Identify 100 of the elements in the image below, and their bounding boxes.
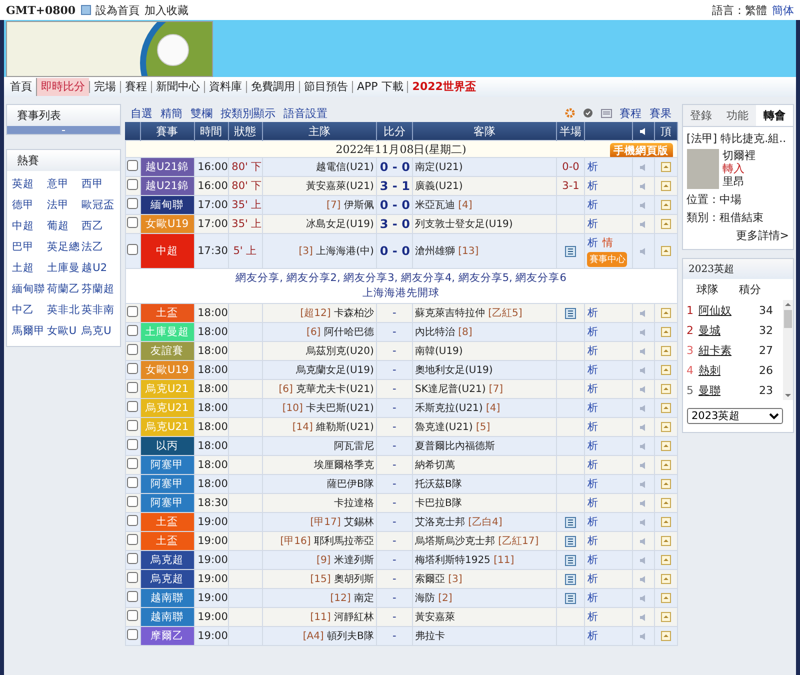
analysis-link[interactable]: 析 [587, 402, 598, 414]
analysis-link[interactable]: 析 [587, 630, 598, 642]
panel-tab[interactable]: 功能 [719, 105, 756, 126]
pin-to-top-icon[interactable] [660, 422, 671, 432]
league-link[interactable]: 西乙 [82, 219, 116, 233]
pin-to-top-icon[interactable] [660, 162, 671, 172]
row-checkbox[interactable] [127, 420, 138, 431]
toolbar-link[interactable]: 按類別顯示 [220, 106, 276, 120]
row-checkbox[interactable] [127, 610, 138, 621]
pin-to-top-icon[interactable] [660, 441, 671, 451]
analysis-link[interactable]: 析 [587, 440, 598, 452]
row-checkbox[interactable] [127, 160, 138, 171]
row-checkbox[interactable] [127, 553, 138, 564]
row-checkbox[interactable] [127, 179, 138, 190]
league-link[interactable]: 緬甸聯 [12, 282, 47, 296]
nav-link[interactable]: 節目預告 [299, 81, 352, 93]
pin-to-top-icon[interactable] [660, 308, 671, 318]
timezone-label[interactable]: GMT+0800 [6, 4, 76, 16]
pin-to-top-icon[interactable] [660, 574, 671, 584]
row-checkbox[interactable] [127, 325, 138, 336]
pin-to-top-icon[interactable] [660, 246, 671, 256]
scrollbar[interactable] [783, 300, 793, 400]
team-link[interactable]: 曼城 [698, 322, 759, 338]
row-checkbox[interactable] [127, 306, 138, 317]
league-link[interactable]: 土超 [12, 261, 47, 275]
lineup-icon[interactable] [565, 536, 576, 546]
team-link[interactable]: 紐卡素 [698, 342, 759, 358]
pin-to-top-icon[interactable] [660, 460, 671, 470]
nav-link[interactable]: 首頁 [6, 81, 36, 93]
pin-to-top-icon[interactable] [660, 517, 671, 527]
league-link[interactable]: 英足總 [46, 240, 82, 254]
league-link[interactable]: 英超 [12, 177, 47, 191]
team-link[interactable]: 曼聯 [698, 382, 759, 398]
nav-link[interactable]: 賽程 [120, 81, 151, 93]
row-checkbox[interactable] [127, 477, 138, 488]
nav-link[interactable]: 資料庫 [204, 81, 246, 93]
league-link[interactable]: 巴甲 [12, 240, 47, 254]
analysis-link[interactable]: 析 [587, 554, 598, 566]
league-link[interactable]: 土庫曼 [46, 261, 82, 275]
league-label[interactable]: 中超 [140, 234, 194, 268]
league-link[interactable]: 法甲 [46, 198, 82, 212]
lineup-icon[interactable] [565, 308, 576, 318]
header-link[interactable]: 設為首頁 [96, 2, 140, 18]
row-checkbox[interactable] [127, 344, 138, 355]
league-label[interactable]: 阿塞甲 [140, 456, 194, 474]
analysis-link[interactable]: 析 [587, 497, 598, 509]
league-link[interactable]: 馬爾甲 [12, 324, 47, 338]
row-checkbox[interactable] [127, 439, 138, 450]
analysis-link[interactable]: 析 [587, 478, 598, 490]
row-checkbox[interactable] [127, 458, 138, 469]
toolbar-link[interactable]: 賽程 [620, 106, 642, 120]
analysis-link[interactable]: 析 [587, 592, 598, 604]
league-link[interactable]: 烏克U [82, 324, 116, 338]
league-link[interactable]: 越U2 [82, 261, 116, 275]
analysis-link[interactable]: 析 [587, 611, 598, 623]
analysis-link[interactable]: 析 [587, 161, 598, 173]
toolbar-link[interactable]: 自選 [130, 106, 152, 120]
league-link[interactable]: 西甲 [82, 177, 116, 191]
league-link[interactable]: 中超 [12, 219, 47, 233]
more-link[interactable]: 更多詳情> [686, 228, 789, 243]
info-link[interactable]: 情 [602, 236, 614, 248]
analysis-link[interactable]: 析 [587, 218, 598, 230]
pin-to-top-icon[interactable] [660, 498, 671, 508]
pin-to-top-icon[interactable] [660, 479, 671, 489]
header-link[interactable]: 加入收藏 [144, 2, 189, 18]
pin-to-top-icon[interactable] [660, 631, 671, 641]
row-checkbox[interactable] [127, 198, 138, 209]
pin-to-top-icon[interactable] [660, 200, 671, 210]
league-link[interactable]: 葡超 [46, 219, 82, 233]
analysis-link[interactable]: 析 [587, 364, 598, 376]
lineup-icon[interactable] [565, 516, 576, 528]
league-label[interactable]: 烏克超 [140, 570, 194, 588]
analysis-link[interactable]: 析 [587, 459, 598, 471]
league-link[interactable]: 歐冠盃 [82, 198, 116, 212]
league-select[interactable]: 2023英超 [686, 408, 782, 424]
league-link[interactable]: 荷蘭乙 [46, 282, 82, 296]
analysis-link[interactable]: 析 [587, 421, 598, 433]
analysis-link[interactable]: 析 [587, 345, 598, 357]
check-circle-icon[interactable] [582, 108, 592, 118]
league-label[interactable]: 摩爾乙 [140, 626, 194, 646]
league-link[interactable]: 英非南 [82, 303, 116, 317]
analysis-link[interactable]: 析 [587, 516, 598, 528]
row-checkbox[interactable] [127, 217, 138, 228]
share-links[interactable]: 網友分享, 網友分享2, 網友分享3, 網友分享4, 網友分享5, 網友分享6 [128, 271, 674, 286]
league-label[interactable]: 緬甸聯 [140, 196, 194, 214]
analysis-link[interactable]: 析 [587, 180, 598, 192]
pin-to-top-icon[interactable] [660, 555, 671, 565]
pin-to-top-icon[interactable] [660, 346, 671, 356]
toolbar-link[interactable]: 精簡 [160, 106, 182, 120]
square-icon[interactable] [80, 5, 91, 15]
league-link[interactable]: 法乙 [82, 240, 116, 254]
lineup-icon[interactable] [565, 574, 576, 584]
league-label[interactable]: 以丙 [140, 436, 194, 456]
league-link[interactable]: 芬蘭超 [82, 282, 116, 296]
lineup-icon[interactable] [565, 592, 576, 604]
row-checkbox[interactable] [127, 382, 138, 393]
window-icon[interactable] [600, 108, 612, 118]
pin-to-top-icon[interactable] [660, 327, 671, 337]
team-link[interactable]: 熱刺 [698, 362, 759, 378]
analysis-link[interactable]: 析 [587, 307, 598, 319]
